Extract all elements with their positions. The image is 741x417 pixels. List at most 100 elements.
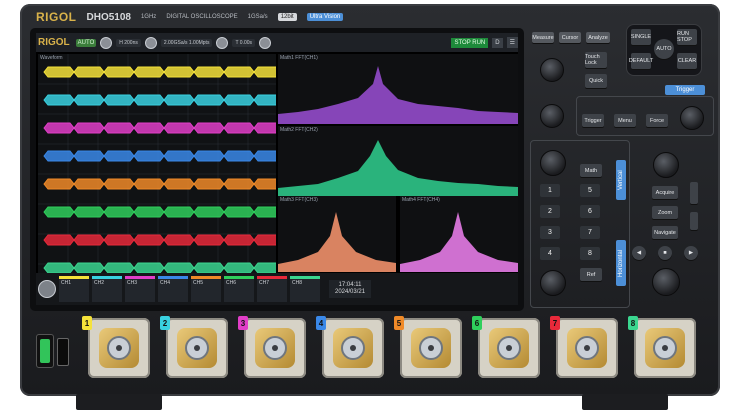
channel-key-3[interactable]: 3 bbox=[540, 226, 560, 239]
acquire-button[interactable]: Acquire bbox=[652, 186, 678, 199]
channel-key-5[interactable]: 5 bbox=[580, 184, 600, 197]
ch2-status[interactable]: CH2 bbox=[92, 276, 122, 302]
fft-spectrum-pink bbox=[400, 212, 518, 272]
horizontal-scale-knob[interactable] bbox=[652, 268, 680, 296]
screen-status-bar: RIGOL AUTO H 200ns 2.00GSa/s 1.00Mpts T … bbox=[36, 33, 518, 52]
horizontal-position-knob[interactable] bbox=[653, 152, 679, 178]
ch4-status[interactable]: CH4 bbox=[158, 276, 188, 302]
single-button[interactable]: SINGLE bbox=[631, 29, 651, 45]
front-foot-left bbox=[76, 394, 162, 410]
knob-icon bbox=[216, 36, 229, 49]
channel-key-7[interactable]: 7 bbox=[580, 226, 600, 239]
ch6-status[interactable]: CH6 bbox=[224, 276, 254, 302]
model-name: DHO5108 bbox=[86, 11, 131, 23]
ch5-status[interactable]: CH5 bbox=[191, 276, 221, 302]
power-indicator-icon bbox=[40, 339, 50, 363]
bnc-input-2[interactable] bbox=[166, 318, 228, 378]
ch-label: CH6 bbox=[226, 280, 237, 286]
clear-button[interactable]: CLEAR bbox=[677, 53, 697, 69]
bnc-input-5[interactable] bbox=[400, 318, 462, 378]
horizontal-section-label: Horizontal bbox=[616, 240, 626, 286]
trace-ch1 bbox=[43, 66, 276, 78]
trigger-chip[interactable]: T 0.00s bbox=[232, 38, 256, 47]
ref-button[interactable]: Ref bbox=[580, 268, 602, 281]
channel-key-1[interactable]: 1 bbox=[540, 184, 560, 197]
ch-label: CH8 bbox=[292, 280, 303, 286]
ch7-status[interactable]: CH7 bbox=[257, 276, 287, 302]
vertical-position-knob[interactable] bbox=[540, 150, 566, 176]
horizontal-chip[interactable]: H 200ns bbox=[116, 38, 141, 47]
multipurpose-knob-a[interactable] bbox=[540, 58, 564, 82]
bnc-input-6[interactable] bbox=[478, 318, 540, 378]
cursor-button[interactable]: Cursor bbox=[559, 32, 581, 43]
bnc-input-8[interactable] bbox=[634, 318, 696, 378]
menu-indicator[interactable]: ☰ bbox=[506, 37, 518, 48]
auto-button[interactable]: AUTO bbox=[654, 39, 674, 59]
navigate-button[interactable]: Navigate bbox=[652, 226, 678, 239]
touch-lock-button[interactable]: Touch Lock bbox=[585, 52, 607, 68]
run-state-indicator[interactable]: STOP RUN bbox=[451, 37, 489, 48]
measure-button[interactable]: Measure bbox=[532, 32, 554, 43]
trace-ch7 bbox=[43, 234, 276, 246]
sample-chip[interactable]: 2.00GSa/s 1.00Mpts bbox=[160, 38, 213, 47]
bnc-pin bbox=[584, 345, 590, 351]
description-label: DIGITAL OSCILLOSCOPE bbox=[166, 14, 238, 20]
channel-tag-8: 8 bbox=[628, 316, 638, 330]
waveform-panel[interactable]: Waveform bbox=[38, 54, 276, 296]
math-button[interactable]: Math bbox=[580, 164, 602, 177]
vertical-scale-knob[interactable] bbox=[540, 270, 566, 296]
fft-panel-3[interactable]: Math3 FFT(CH3) bbox=[278, 196, 396, 272]
force-button[interactable]: Force bbox=[646, 114, 668, 127]
sample-rate-label: 1GSa/s bbox=[247, 14, 268, 20]
trace-ch4 bbox=[43, 150, 276, 162]
arrow-left-icon[interactable]: ◀ bbox=[632, 246, 646, 260]
ch3-status[interactable]: CH3 bbox=[125, 276, 155, 302]
bnc-input-1[interactable] bbox=[88, 318, 150, 378]
bnc-input-4[interactable] bbox=[322, 318, 384, 378]
ch1-status[interactable]: CH1 bbox=[59, 276, 89, 302]
knob-icon bbox=[100, 36, 113, 49]
power-button[interactable] bbox=[36, 334, 54, 368]
default-button[interactable]: DEFAULT bbox=[629, 53, 653, 69]
bnc-pin bbox=[428, 345, 434, 351]
fft-panel-1[interactable]: Math1 FFT(CH1) bbox=[278, 54, 518, 124]
analyze-button[interactable]: Analyze bbox=[586, 32, 610, 43]
ch-label: CH5 bbox=[193, 280, 204, 286]
trace-ch8 bbox=[43, 262, 276, 274]
trigger-button[interactable]: Trigger bbox=[582, 114, 604, 127]
channel-key-8[interactable]: 8 bbox=[580, 247, 600, 260]
fft-spectrum-teal bbox=[278, 140, 518, 196]
fft-panel-2[interactable]: Math2 FFT(CH2) bbox=[278, 126, 518, 196]
channel-tag-4: 4 bbox=[316, 316, 326, 330]
grid-lines bbox=[38, 54, 276, 296]
ch8-status[interactable]: CH8 bbox=[290, 276, 320, 302]
bnc-pin bbox=[116, 345, 122, 351]
clock-time: 17:04:11 bbox=[338, 282, 362, 288]
bnc-pin bbox=[272, 345, 278, 351]
channel-tag-6: 6 bbox=[472, 316, 482, 330]
knob-icon bbox=[144, 36, 157, 49]
ch-label: CH4 bbox=[160, 280, 171, 286]
arrow-right-icon[interactable]: ▶ bbox=[684, 246, 698, 260]
run-stop-button[interactable]: RUN STOP bbox=[677, 29, 697, 45]
channel-key-6[interactable]: 6 bbox=[580, 205, 600, 218]
stop-square-icon[interactable]: ■ bbox=[658, 246, 672, 260]
channel-tag-2: 2 bbox=[160, 316, 170, 330]
trace-ch3 bbox=[43, 122, 276, 134]
bnc-pin bbox=[662, 345, 668, 351]
channel-key-2[interactable]: 2 bbox=[540, 205, 560, 218]
quick-button[interactable]: Quick bbox=[585, 74, 607, 88]
bnc-input-7[interactable] bbox=[556, 318, 618, 378]
channel-key-4[interactable]: 4 bbox=[540, 247, 560, 260]
menu-button[interactable]: Menu bbox=[614, 114, 636, 127]
d-indicator[interactable]: D bbox=[492, 37, 503, 48]
trigger-level-knob[interactable] bbox=[680, 106, 704, 130]
fft-panel-4[interactable]: Math4 FFT(CH4) bbox=[400, 196, 518, 272]
zoom-button[interactable]: Zoom bbox=[652, 206, 678, 219]
multipurpose-knob-b[interactable] bbox=[540, 104, 564, 128]
display-screen[interactable]: RIGOL AUTO H 200ns 2.00GSa/s 1.00Mpts T … bbox=[36, 33, 518, 305]
auto-indicator[interactable]: AUTO bbox=[75, 38, 97, 47]
bnc-input-3[interactable] bbox=[244, 318, 306, 378]
bandwidth-label: 1GHz bbox=[140, 14, 157, 20]
gear-icon[interactable] bbox=[38, 280, 56, 298]
